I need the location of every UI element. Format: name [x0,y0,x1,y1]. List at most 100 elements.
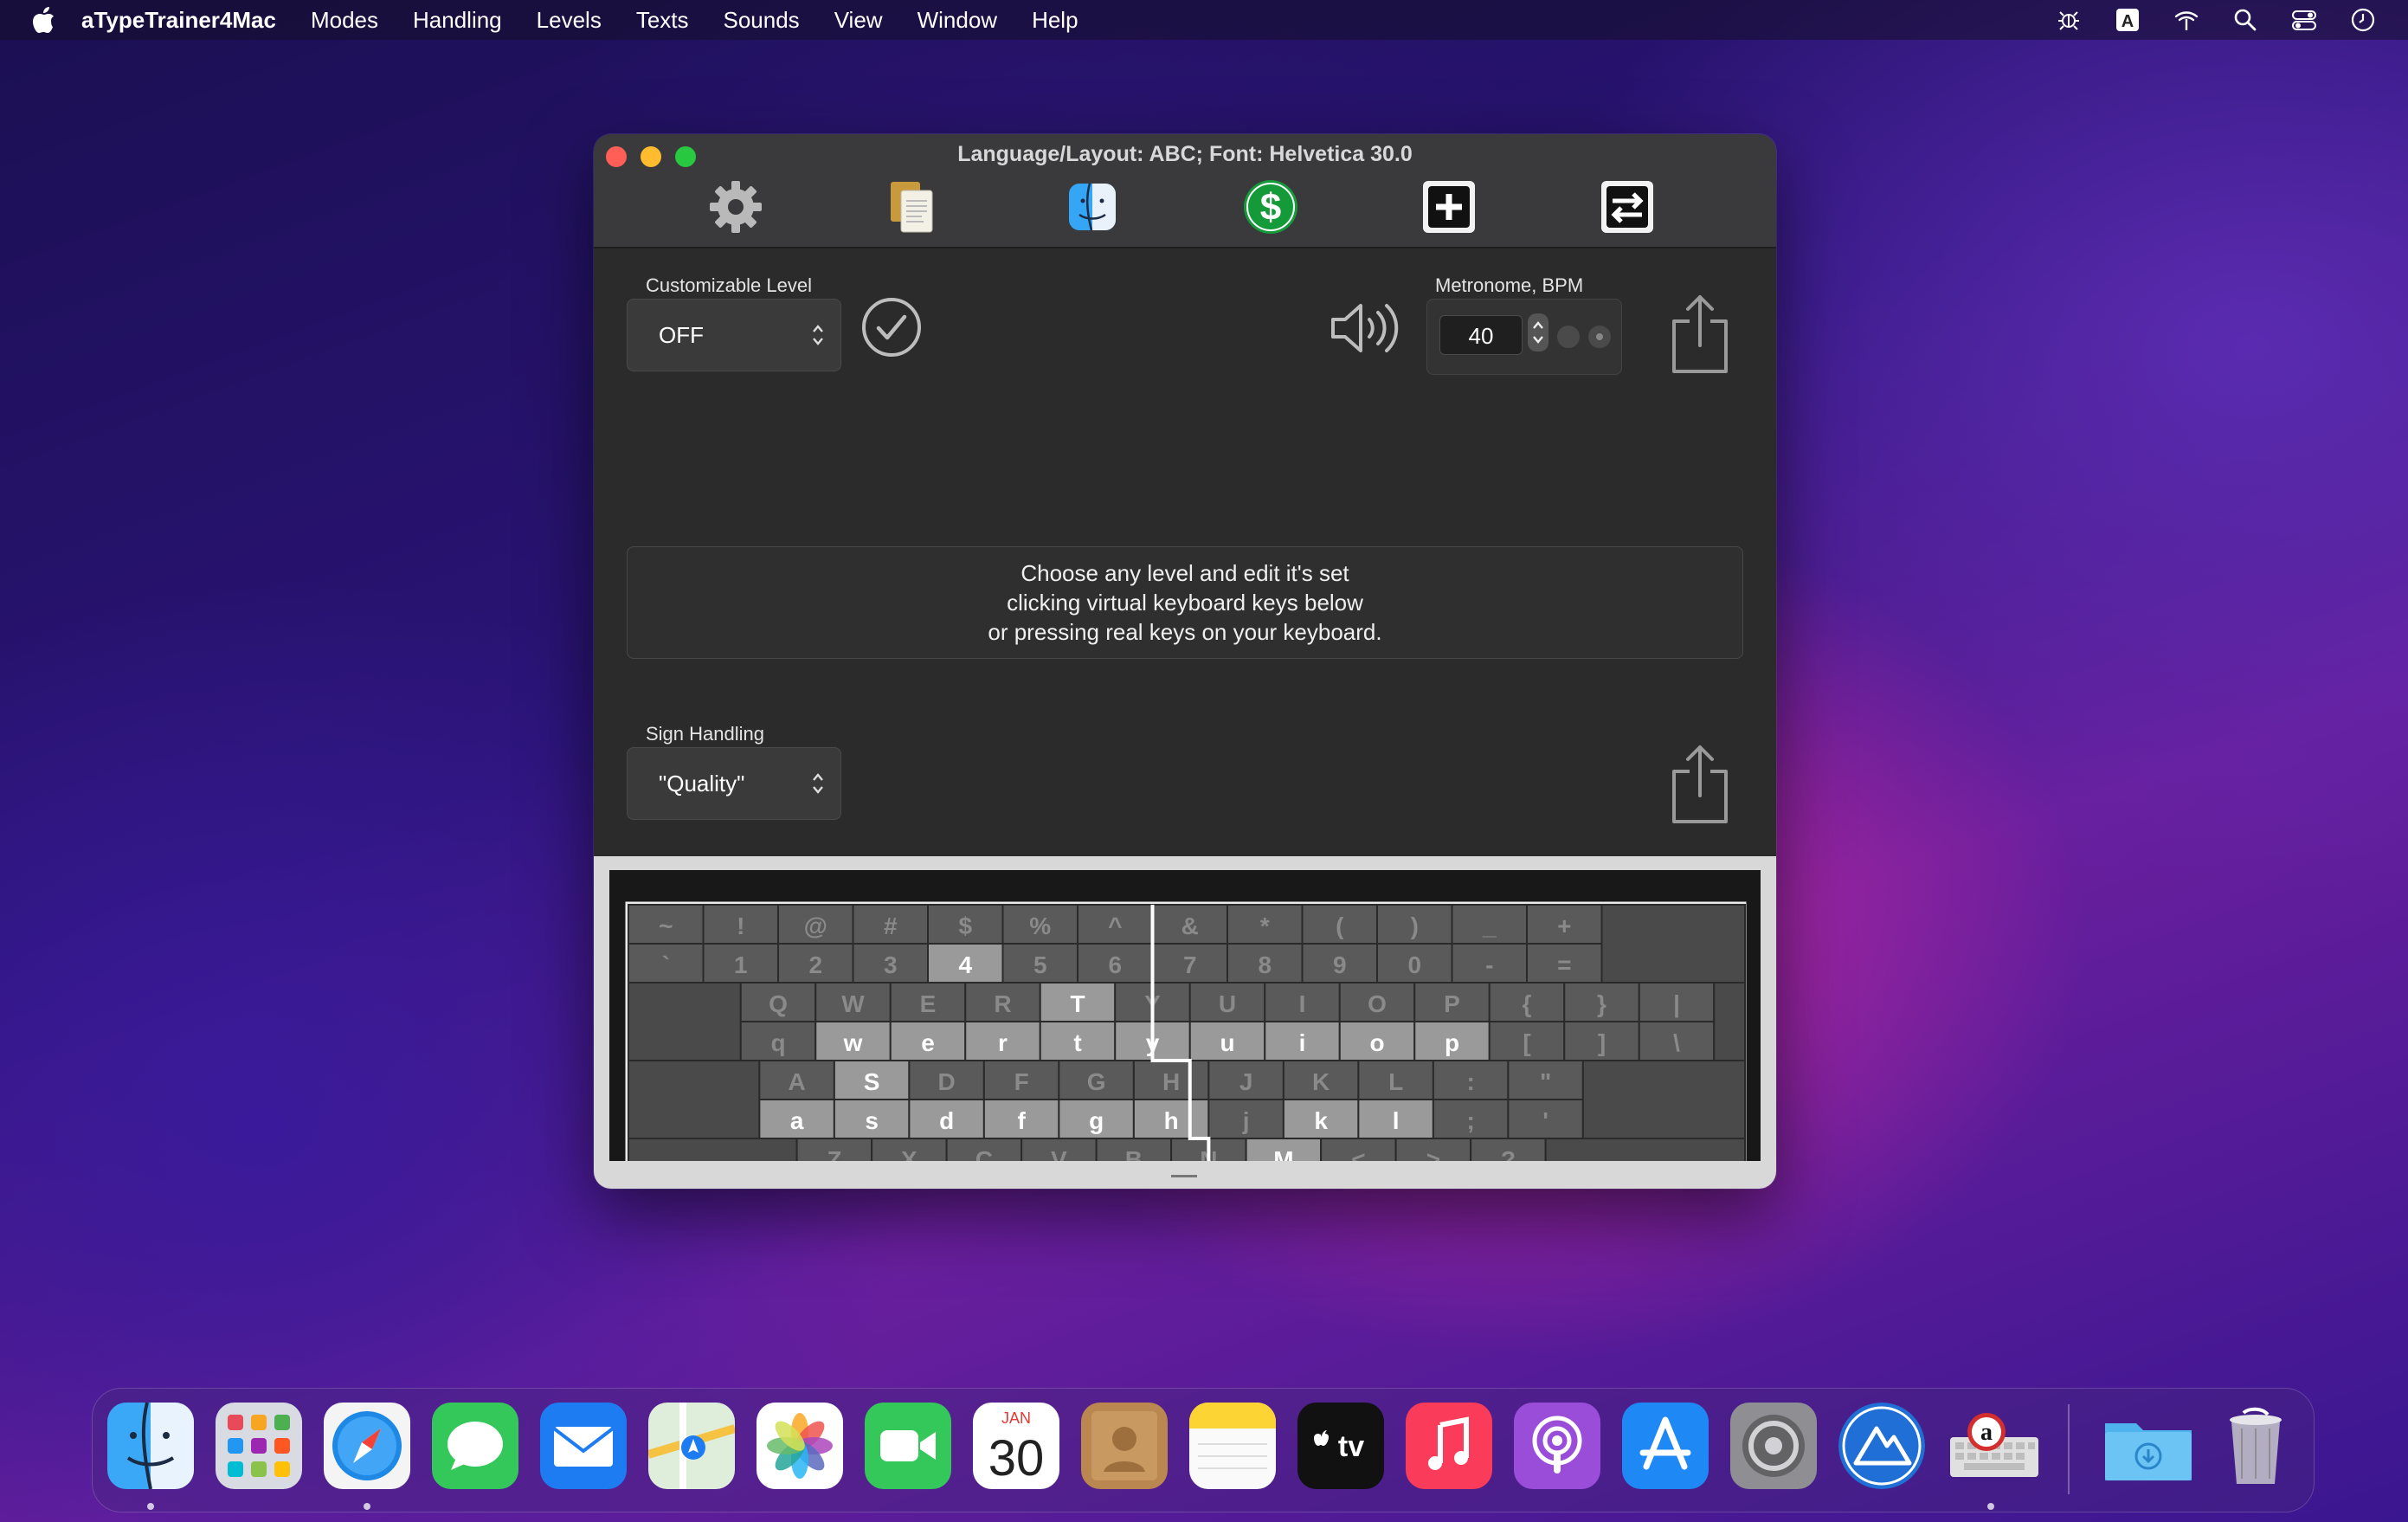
key-upper-label: { [1523,990,1532,1017]
modifier-key[interactable] [1600,904,1746,983]
dock-app-store-icon[interactable] [1622,1403,1709,1489]
calendar-month: JAN [1001,1409,1031,1427]
dock-system-preferences-icon[interactable] [1730,1403,1817,1489]
apple-menu-icon[interactable] [31,6,55,34]
settings-gear-icon[interactable] [706,177,765,236]
dock-notes-icon[interactable] [1189,1403,1276,1489]
export-sign-handling-share-icon[interactable] [1667,742,1733,825]
resize-grip[interactable] [1171,1175,1197,1177]
dock-launchpad-icon[interactable] [216,1403,302,1489]
clock-icon[interactable] [2349,6,2377,34]
title-bar: Language/Layout: ABC; Font: Helvetica 30… [594,134,1776,248]
metronome-beat-indicator-2 [1588,326,1611,348]
dock-podcasts-icon[interactable] [1514,1403,1600,1489]
dollar-icon[interactable]: $ [1241,177,1300,236]
settings-panel: Customizable Level OFF Metronome, BPM 40 [594,248,1776,856]
spotlight-search-icon[interactable] [2231,6,2259,34]
dock-separator [2068,1404,2070,1494]
dock-messages-icon[interactable] [432,1403,518,1489]
finder-icon[interactable] [1063,177,1122,236]
modifier-key[interactable] [628,1060,761,1139]
key-lower-label: ; [1466,1107,1474,1134]
key-upper-label: & [1181,913,1199,939]
menu-levels[interactable]: Levels [537,7,602,34]
main-window: Language/Layout: ABC; Font: Helvetica 30… [594,134,1776,1189]
key-lower-label: i [1299,1029,1306,1056]
key-lower-label: \ [1673,1029,1680,1056]
dock-safari-icon[interactable] [324,1403,410,1489]
bpm-input[interactable]: 40 [1439,315,1523,355]
key-upper-label: C [975,1146,993,1161]
wifi-off-icon[interactable] [2173,6,2200,34]
key-lower-label: ] [1598,1029,1606,1056]
key-lower-label: 8 [1258,951,1272,978]
hint-line-3: or pressing real keys on your keyboard. [988,619,1382,645]
key-lower-label: 2 [808,951,822,978]
key-lower-label: = [1557,951,1571,978]
key-upper-label: S [864,1068,880,1095]
menu-bar: aTypeTrainer4Mac Modes Handling Levels T… [0,0,2408,40]
speaker-volume-icon[interactable] [1330,300,1400,356]
key-lower-label: h [1164,1107,1179,1134]
dock-trash-icon[interactable] [2212,1403,2299,1489]
input-source-icon[interactable]: A [2114,6,2141,34]
dock-tv-icon[interactable]: tv [1297,1403,1384,1489]
menu-app-name[interactable]: aTypeTrainer4Mac [81,7,276,34]
dock-finder-icon[interactable] [107,1403,194,1489]
hint-line-2: clicking virtual keyboard keys below [1007,590,1363,616]
customizable-level-popup[interactable]: OFF [627,299,841,371]
modifier-key[interactable] [1713,982,1746,1061]
key-lower-label: a [790,1107,804,1134]
bug-status-icon[interactable] [2055,6,2083,34]
swap-icon[interactable] [1598,177,1657,236]
dock-calendar-icon[interactable]: JAN 30 [973,1403,1059,1489]
dock-facetime-icon[interactable] [865,1403,951,1489]
key-upper-label: R [994,990,1011,1017]
customizable-level-label: Customizable Level [646,274,812,296]
key-upper-label: % [1029,913,1051,939]
key-upper-label: : [1466,1068,1474,1095]
sign-handling-value: "Quality" [659,770,745,796]
modifier-key[interactable] [1581,1060,1746,1139]
dock-photos-icon[interactable] [757,1403,843,1489]
virtual-keyboard[interactable]: ~`!1@2#3$4%5^6&7*8(9)0_-+=QqWwEeRrTtYyUu… [609,870,1761,1189]
key-lower-label: [ [1523,1029,1530,1056]
menu-window[interactable]: Window [917,7,997,34]
key-lower-label: t [1073,1029,1081,1056]
key-upper-label: H [1162,1068,1180,1095]
dock-contacts-icon[interactable] [1081,1403,1168,1489]
dock-maps-icon[interactable] [648,1403,735,1489]
dock-downloads-folder-icon[interactable] [2102,1403,2195,1489]
menu-view[interactable]: View [834,7,883,34]
key-upper-label: J [1239,1068,1253,1095]
add-icon[interactable] [1420,177,1478,236]
tv-label: tv [1338,1430,1364,1463]
menu-help[interactable]: Help [1032,7,1078,34]
menu-handling[interactable]: Handling [413,7,502,34]
key-lower-label: f [1017,1107,1026,1134]
sign-handling-popup[interactable]: "Quality" [627,747,841,820]
key-upper-label: < [1351,1146,1365,1161]
dock-mail-icon[interactable] [540,1403,627,1489]
modifier-key[interactable] [1544,1138,1746,1189]
safari-running-indicator [364,1503,370,1510]
menu-sounds[interactable]: Sounds [724,7,800,34]
texts-documents-icon[interactable] [885,177,943,236]
menu-modes[interactable]: Modes [311,7,378,34]
svg-text:a: a [1980,1419,1993,1446]
menu-texts[interactable]: Texts [636,7,689,34]
dock-altitude-icon[interactable] [1838,1403,1925,1489]
modifier-key[interactable] [628,982,742,1061]
key-lower-label: q [770,1029,785,1056]
apply-checkmark-icon[interactable] [860,296,923,358]
key-lower-label: p [1445,1029,1459,1056]
control-center-icon[interactable] [2290,6,2318,34]
bpm-stepper[interactable] [1528,313,1548,351]
dock-atypetrainer-icon[interactable]: a [1947,1403,2042,1489]
modifier-key[interactable] [628,1138,798,1189]
export-level-share-icon[interactable] [1667,292,1733,375]
key-upper-label: P [1444,990,1460,1017]
key-lower-label: k [1314,1107,1328,1134]
dock-music-icon[interactable] [1406,1403,1492,1489]
finder-running-indicator [147,1503,154,1510]
